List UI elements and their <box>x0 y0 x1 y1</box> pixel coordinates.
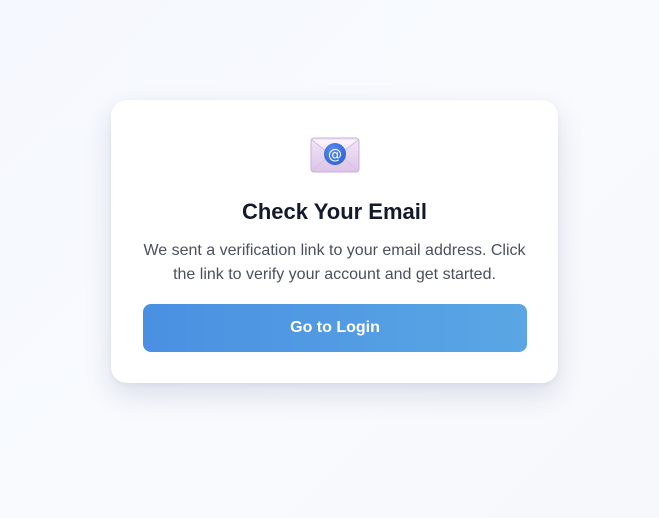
verification-card: @ Check Your Email We sent a verificatio… <box>111 100 558 383</box>
svg-text:@: @ <box>328 147 342 163</box>
email-envelope-icon: @ <box>310 137 360 173</box>
page-title: Check Your Email <box>241 199 428 224</box>
verification-message: We sent a verification link to your emai… <box>143 242 526 283</box>
go-to-login-button[interactable]: Go to Login <box>143 304 527 352</box>
